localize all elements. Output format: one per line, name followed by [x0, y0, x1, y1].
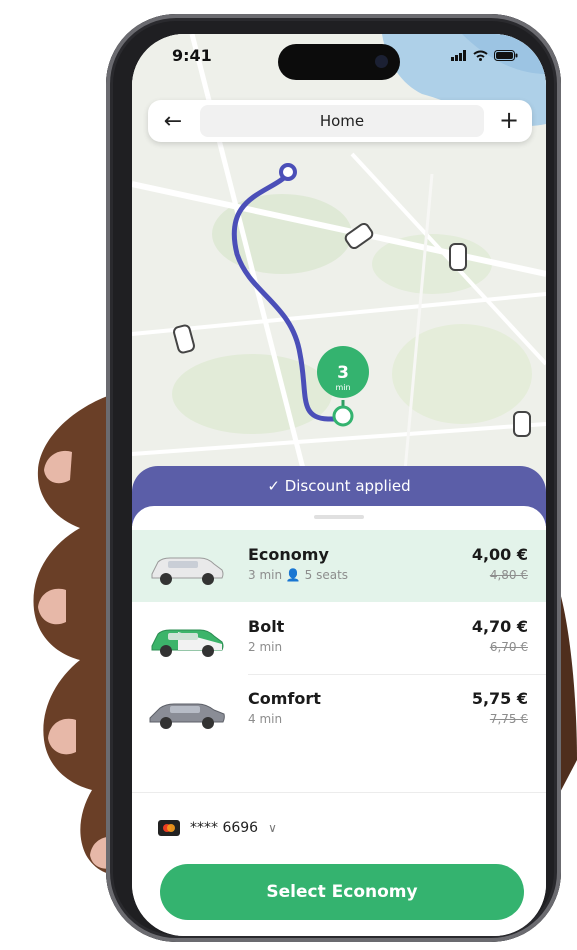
destination-marker — [279, 163, 297, 181]
back-button[interactable]: ← — [158, 106, 188, 136]
discount-banner-text: ✓ Discount applied — [267, 477, 411, 495]
ride-meta: 3 min 👤 5 seats — [248, 568, 349, 582]
car-marker — [449, 243, 467, 271]
mastercard-icon — [158, 820, 180, 836]
status-icons — [451, 50, 518, 61]
divider — [132, 792, 546, 793]
ride-price: 4,00 € — [471, 545, 528, 564]
arrow-left-icon: ← — [163, 108, 183, 134]
eta-unit: min — [335, 383, 350, 392]
ride-name: Comfort — [248, 689, 321, 708]
ride-option-economy[interactable]: Economy 3 min 👤 5 seats 4,00 € 4,80 € — [132, 530, 546, 602]
battery-icon — [494, 50, 518, 61]
car-economy-icon — [151, 557, 224, 585]
wifi-icon — [473, 50, 488, 61]
phone-screen: 3 min 9:41 ← Home + ✓ Discount applied E… — [132, 34, 546, 936]
dynamic-island — [278, 44, 400, 80]
car-bolt-icon — [151, 629, 224, 657]
destination-bar: ← Home + — [148, 100, 532, 142]
status-time: 9:41 — [172, 46, 212, 65]
ride-meta: 2 min — [248, 640, 283, 654]
card-number: **** 6696 — [190, 820, 259, 836]
ride-sheet: ✓ Discount applied Economy 3 min 👤 5 sea… — [132, 466, 546, 936]
ride-old-price: 7,75 € — [489, 712, 528, 726]
eta-value: 3 — [337, 363, 349, 383]
ride-price: 4,70 € — [471, 617, 528, 636]
ride-old-price: 4,80 € — [489, 568, 528, 582]
ride-old-price: 6,70 € — [489, 640, 528, 654]
payment-method-selector[interactable]: **** 6696 ∨ — [158, 820, 277, 836]
add-stop-button[interactable]: + — [494, 105, 524, 135]
ride-option-bolt[interactable]: Bolt 2 min 4,70 € 6,70 € — [132, 602, 546, 674]
ride-price: 5,75 € — [471, 689, 528, 708]
ride-option-comfort[interactable]: Comfort 4 min 5,75 € 7,75 € — [132, 674, 546, 746]
status-bar: 9:41 — [132, 34, 546, 84]
sheet-handle[interactable] — [314, 515, 364, 519]
ride-name: Economy — [248, 545, 329, 564]
car-marker — [513, 411, 531, 437]
select-ride-button[interactable]: Select Economy — [160, 864, 524, 920]
signal-icon — [451, 50, 466, 61]
chevron-down-icon: ∨ — [268, 821, 277, 835]
camera-icon — [375, 55, 388, 68]
ride-meta: 4 min — [248, 712, 283, 726]
destination-field[interactable]: Home — [200, 105, 484, 137]
car-comfort-icon — [149, 703, 225, 729]
ride-name: Bolt — [248, 617, 285, 636]
ride-options-panel: Economy 3 min 👤 5 seats 4,00 € 4,80 € Bo… — [132, 506, 546, 936]
plus-icon: + — [498, 106, 520, 134]
